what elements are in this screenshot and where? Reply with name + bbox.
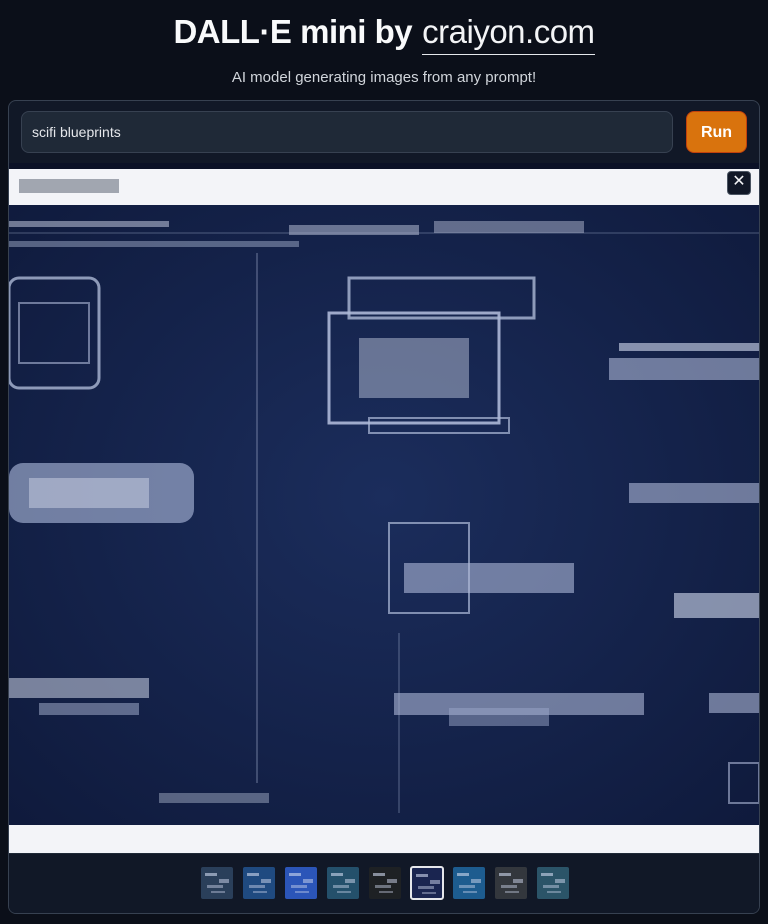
page-subtitle: AI model generating images from any prom… [231, 69, 537, 86]
selected-image-view: ✕ [9, 163, 759, 853]
thumbnail-image [289, 873, 313, 893]
thumbnail-image [457, 873, 481, 893]
thumbnail-2[interactable] [243, 867, 275, 899]
close-button[interactable]: ✕ [727, 171, 751, 195]
thumbnail-9[interactable] [537, 867, 569, 899]
title-prefix: DALL·E mini by [173, 13, 413, 50]
thumbnail-image [205, 873, 229, 893]
thumbnail-7[interactable] [453, 867, 485, 899]
header: DALL·E mini by craiyon.com AI model gene… [0, 0, 768, 86]
craiyon-link[interactable]: craiyon.com [422, 12, 595, 55]
thumbnail-image [247, 873, 271, 893]
thumbnail-image [373, 873, 397, 893]
thumbnail-6[interactable] [410, 866, 444, 900]
page-title: DALL·E mini by craiyon.com [173, 12, 595, 55]
thumbnail-3[interactable] [285, 867, 317, 899]
thumbnail-image [416, 874, 440, 894]
thumbnail-5[interactable] [369, 867, 401, 899]
thumbnail-4[interactable] [327, 867, 359, 899]
generated-image [9, 163, 759, 853]
run-button[interactable]: Run [686, 111, 747, 153]
thumbnail-image [499, 873, 523, 893]
thumbnail-image [331, 873, 355, 893]
generator-panel: scifi blueprints Run ✕ [8, 100, 760, 914]
thumbnail-1[interactable] [201, 867, 233, 899]
close-icon: ✕ [732, 173, 746, 190]
thumbnail-image [541, 873, 565, 893]
thumbnail-8[interactable] [495, 867, 527, 899]
prompt-input[interactable]: scifi blueprints [21, 111, 673, 153]
thumbnail-strip [9, 853, 759, 913]
